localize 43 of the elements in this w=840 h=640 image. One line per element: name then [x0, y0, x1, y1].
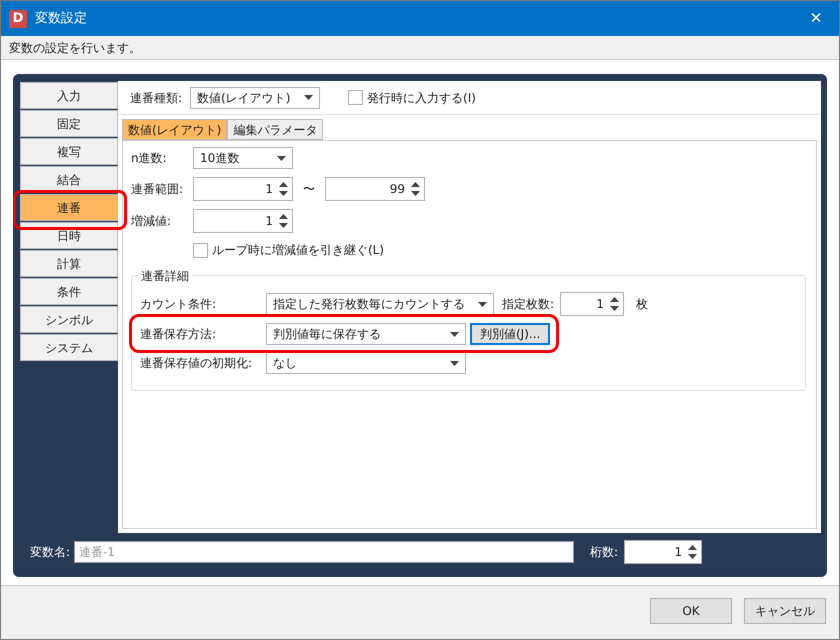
field-label: 連番保存値の初期化:: [140, 355, 254, 372]
checkbox-label: 発行時に入力する(I): [367, 90, 476, 106]
range-to-spinner[interactable]: 99: [325, 177, 425, 201]
sidebar-item[interactable]: シンボル: [20, 306, 118, 333]
digits-spinner[interactable]: 1: [624, 540, 702, 564]
app-logo-icon: D: [9, 10, 27, 28]
field-label: 変数名:: [30, 544, 70, 561]
field-label: 連番保存方法:: [140, 326, 218, 343]
description-text: 変数の設定を行います。: [9, 40, 141, 56]
unit-label: 枚: [636, 296, 648, 313]
variable-name-field[interactable]: 連番-1: [74, 541, 574, 563]
range-from-spinner[interactable]: 1: [193, 177, 293, 201]
field-label: 指定枚数:: [502, 296, 554, 313]
count-condition-dropdown[interactable]: 指定した発行枚数毎にカウントする: [266, 293, 494, 315]
field-label: n進数:: [131, 150, 168, 167]
sidebar-item[interactable]: 計算: [20, 250, 118, 277]
count-spinner[interactable]: 1: [560, 292, 624, 316]
dialog-button[interactable]: OK: [650, 598, 732, 624]
sidebar-item[interactable]: システム: [20, 334, 118, 361]
step-spinner[interactable]: 1: [193, 209, 293, 233]
sidebar-item[interactable]: 条件: [20, 278, 118, 305]
close-button[interactable]: ✕: [801, 7, 831, 30]
sidebar-item[interactable]: 入力: [20, 82, 118, 109]
field-label: 桁数:: [590, 544, 618, 561]
field-label: カウント条件:: [140, 296, 218, 313]
tab[interactable]: 編集パラメータ: [227, 119, 324, 140]
save-method-dropdown[interactable]: 判別値毎に保存する: [266, 323, 466, 345]
discriminator-button[interactable]: 判別値(J)...: [470, 323, 550, 345]
range-separator: 〜: [303, 181, 315, 198]
checkbox-label: ループ時に増減値を引き継ぐ(L): [212, 242, 384, 259]
field-label: 連番範囲:: [131, 181, 184, 198]
window-title: 変数設定: [35, 10, 87, 28]
radix-dropdown[interactable]: 10進数: [193, 147, 293, 169]
dialog-button[interactable]: キャンセル: [744, 598, 826, 624]
sidebar-item[interactable]: 複写: [20, 138, 118, 165]
field-label: 増減値:: [131, 213, 172, 230]
sidebar-item[interactable]: 固定: [20, 110, 118, 137]
reset-dropdown[interactable]: なし: [266, 352, 466, 374]
group-title: 連番詳細: [138, 267, 192, 285]
serial-type-dropdown[interactable]: 数値(レイアウト): [190, 86, 320, 108]
tab[interactable]: 数値(レイアウト): [122, 119, 228, 140]
field-label: 連番種類:: [130, 90, 182, 106]
sidebar-item[interactable]: 連番: [20, 194, 118, 221]
